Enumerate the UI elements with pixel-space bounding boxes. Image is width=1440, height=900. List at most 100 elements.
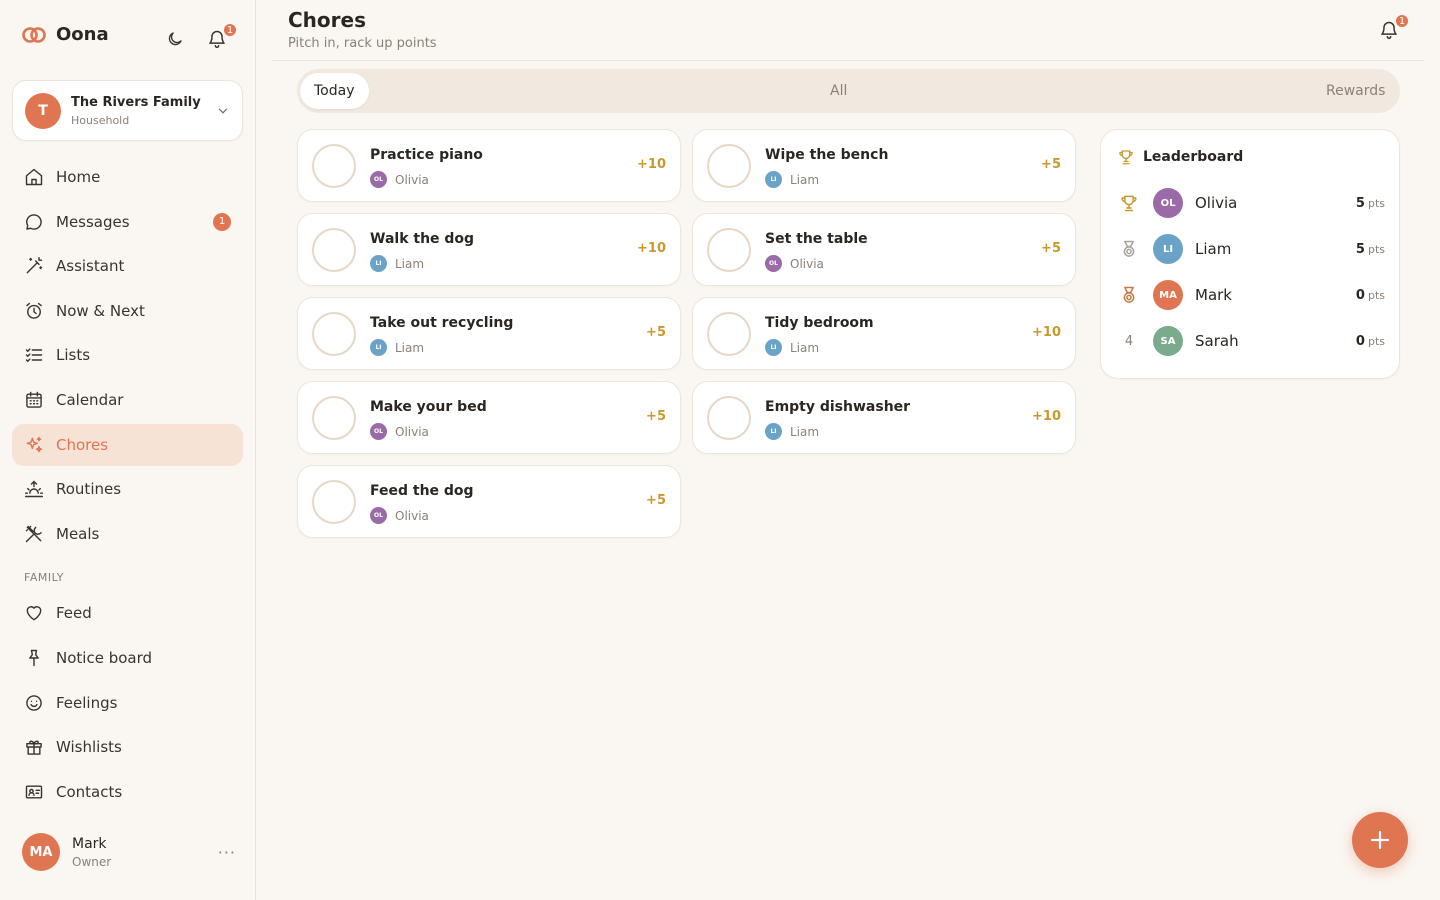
assignee-avatar: OL bbox=[370, 171, 387, 188]
nav-item-routines[interactable]: Routines bbox=[12, 468, 243, 510]
chore-card[interactable]: Wipe the bench LI Liam +5 bbox=[692, 129, 1076, 202]
chore-title: Feed the dog bbox=[370, 483, 474, 499]
dark-mode-button[interactable] bbox=[164, 28, 186, 50]
chore-card[interactable]: Make your bed OL Olivia +5 bbox=[297, 381, 681, 454]
chore-complete-checkbox[interactable] bbox=[312, 480, 356, 524]
moon-icon bbox=[168, 32, 182, 46]
nav-item-assistant[interactable]: Assistant bbox=[12, 245, 243, 287]
notification-badge: 1 bbox=[222, 22, 238, 38]
member-points: 5 pts bbox=[1356, 242, 1385, 257]
household-type: Household bbox=[71, 113, 130, 127]
medal-bronze-icon bbox=[1117, 285, 1141, 305]
calendar-icon bbox=[26, 391, 42, 408]
household-name: The Rivers Family bbox=[71, 94, 201, 110]
chore-card[interactable]: Take out recycling LI Liam +5 bbox=[297, 297, 681, 370]
nav-label: Calendar bbox=[56, 390, 124, 409]
nav-label: Routines bbox=[56, 480, 122, 499]
chore-card[interactable]: Feed the dog OL Olivia +5 bbox=[297, 465, 681, 538]
member-name: Olivia bbox=[1195, 194, 1238, 212]
app-name: Oona bbox=[56, 24, 109, 45]
leaderboard-row[interactable]: OL Olivia 5 pts bbox=[1117, 187, 1385, 219]
chore-points: +5 bbox=[1041, 241, 1061, 256]
chore-title: Wipe the bench bbox=[765, 147, 889, 163]
current-user[interactable]: MA Mark Owner ··· bbox=[22, 833, 236, 871]
household-switcher[interactable]: T The Rivers Family Household bbox=[12, 80, 243, 141]
nav-item-feed[interactable]: Feed bbox=[12, 592, 243, 634]
household-avatar: T bbox=[25, 92, 61, 129]
assignee-name: Olivia bbox=[395, 508, 429, 523]
chore-assignee: OL Olivia bbox=[370, 507, 429, 524]
leaderboard-row[interactable]: 4 SA Sarah 0 pts bbox=[1117, 325, 1385, 357]
member-avatar: SA bbox=[1153, 326, 1183, 356]
chore-complete-checkbox[interactable] bbox=[312, 396, 356, 440]
chore-complete-checkbox[interactable] bbox=[312, 228, 356, 272]
chore-complete-checkbox[interactable] bbox=[707, 396, 751, 440]
more-options-button[interactable]: ··· bbox=[218, 843, 236, 862]
chevron-down-icon bbox=[218, 108, 228, 114]
assignee-avatar: LI bbox=[765, 339, 782, 356]
nav-item-contacts[interactable]: Contacts bbox=[12, 771, 243, 813]
nav-item-meals[interactable]: Meals bbox=[12, 513, 243, 555]
points-value: 5 bbox=[1355, 241, 1365, 257]
assignee-name: Liam bbox=[395, 256, 425, 271]
nav-item-home[interactable]: Home bbox=[12, 156, 243, 198]
message-icon bbox=[26, 213, 42, 230]
notifications-button[interactable]: 1 bbox=[206, 22, 238, 50]
nav-item-wishlists[interactable]: Wishlists bbox=[12, 726, 243, 768]
leaderboard-row[interactable]: LI Liam 5 pts bbox=[1117, 233, 1385, 265]
chore-points: +5 bbox=[646, 325, 666, 340]
heart-icon bbox=[26, 606, 42, 621]
plus-icon bbox=[1370, 830, 1390, 850]
user-name: Mark bbox=[72, 835, 107, 852]
tab-rewards[interactable]: Rewards bbox=[1326, 73, 1385, 109]
chore-card[interactable]: Set the table OL Olivia +5 bbox=[692, 213, 1076, 286]
chore-complete-checkbox[interactable] bbox=[312, 144, 356, 188]
nav-label: Lists bbox=[56, 346, 91, 365]
nav-item-calendar[interactable]: Calendar bbox=[12, 379, 243, 421]
nav-item-feelings[interactable]: Feelings bbox=[12, 682, 243, 724]
user-role: Owner bbox=[72, 854, 112, 869]
assignee-avatar: LI bbox=[765, 423, 782, 440]
tab-today[interactable]: Today bbox=[300, 73, 369, 109]
chore-complete-checkbox[interactable] bbox=[707, 144, 751, 188]
chore-title: Tidy bedroom bbox=[765, 315, 874, 331]
chore-points: +10 bbox=[1032, 409, 1061, 424]
chore-complete-checkbox[interactable] bbox=[312, 312, 356, 356]
trophy-gold-icon bbox=[1117, 193, 1141, 213]
nav-label: Feelings bbox=[56, 693, 118, 712]
brand[interactable]: Oona bbox=[22, 24, 109, 45]
chore-card[interactable]: Empty dishwasher LI Liam +10 bbox=[692, 381, 1076, 454]
assignee-name: Olivia bbox=[790, 256, 824, 271]
smile-icon bbox=[26, 694, 42, 711]
member-points: 0 pts bbox=[1356, 334, 1385, 349]
chore-card[interactable]: Tidy bedroom LI Liam +10 bbox=[692, 297, 1076, 370]
chore-points: +10 bbox=[1032, 325, 1061, 340]
nav-item-chores[interactable]: Chores bbox=[12, 423, 243, 466]
leaderboard-row[interactable]: MA Mark 0 pts bbox=[1117, 279, 1385, 311]
chore-assignee: LI Liam bbox=[765, 339, 819, 356]
add-chore-button[interactable] bbox=[1352, 812, 1408, 868]
assignee-name: Liam bbox=[790, 172, 820, 187]
nav-item-notice-board[interactable]: Notice board bbox=[12, 637, 243, 679]
notification-badge: 1 bbox=[1394, 13, 1410, 29]
nav-item-lists[interactable]: Lists bbox=[12, 334, 243, 376]
checklist-icon bbox=[25, 348, 43, 363]
assignee-name: Liam bbox=[790, 340, 820, 355]
nav-item-now-next[interactable]: Now & Next bbox=[12, 290, 243, 332]
wand-icon bbox=[26, 257, 43, 274]
points-value: 5 bbox=[1355, 195, 1365, 211]
chore-card[interactable]: Walk the dog LI Liam +10 bbox=[297, 213, 681, 286]
chore-card[interactable]: Practice piano OL Olivia +10 bbox=[297, 129, 681, 202]
assignee-avatar: OL bbox=[370, 507, 387, 524]
assignee-name: Liam bbox=[395, 340, 425, 355]
nav-item-messages[interactable]: Messages 1 bbox=[12, 201, 243, 243]
chore-title: Empty dishwasher bbox=[765, 399, 911, 415]
member-avatar: MA bbox=[1153, 280, 1183, 310]
tab-all[interactable]: All bbox=[830, 73, 847, 109]
points-value: 0 bbox=[1355, 287, 1365, 303]
header-notifications-button[interactable]: 1 bbox=[1378, 13, 1410, 41]
nav-label: Chores bbox=[56, 435, 109, 454]
chore-complete-checkbox[interactable] bbox=[707, 228, 751, 272]
assignee-avatar: OL bbox=[765, 255, 782, 272]
chore-complete-checkbox[interactable] bbox=[707, 312, 751, 356]
